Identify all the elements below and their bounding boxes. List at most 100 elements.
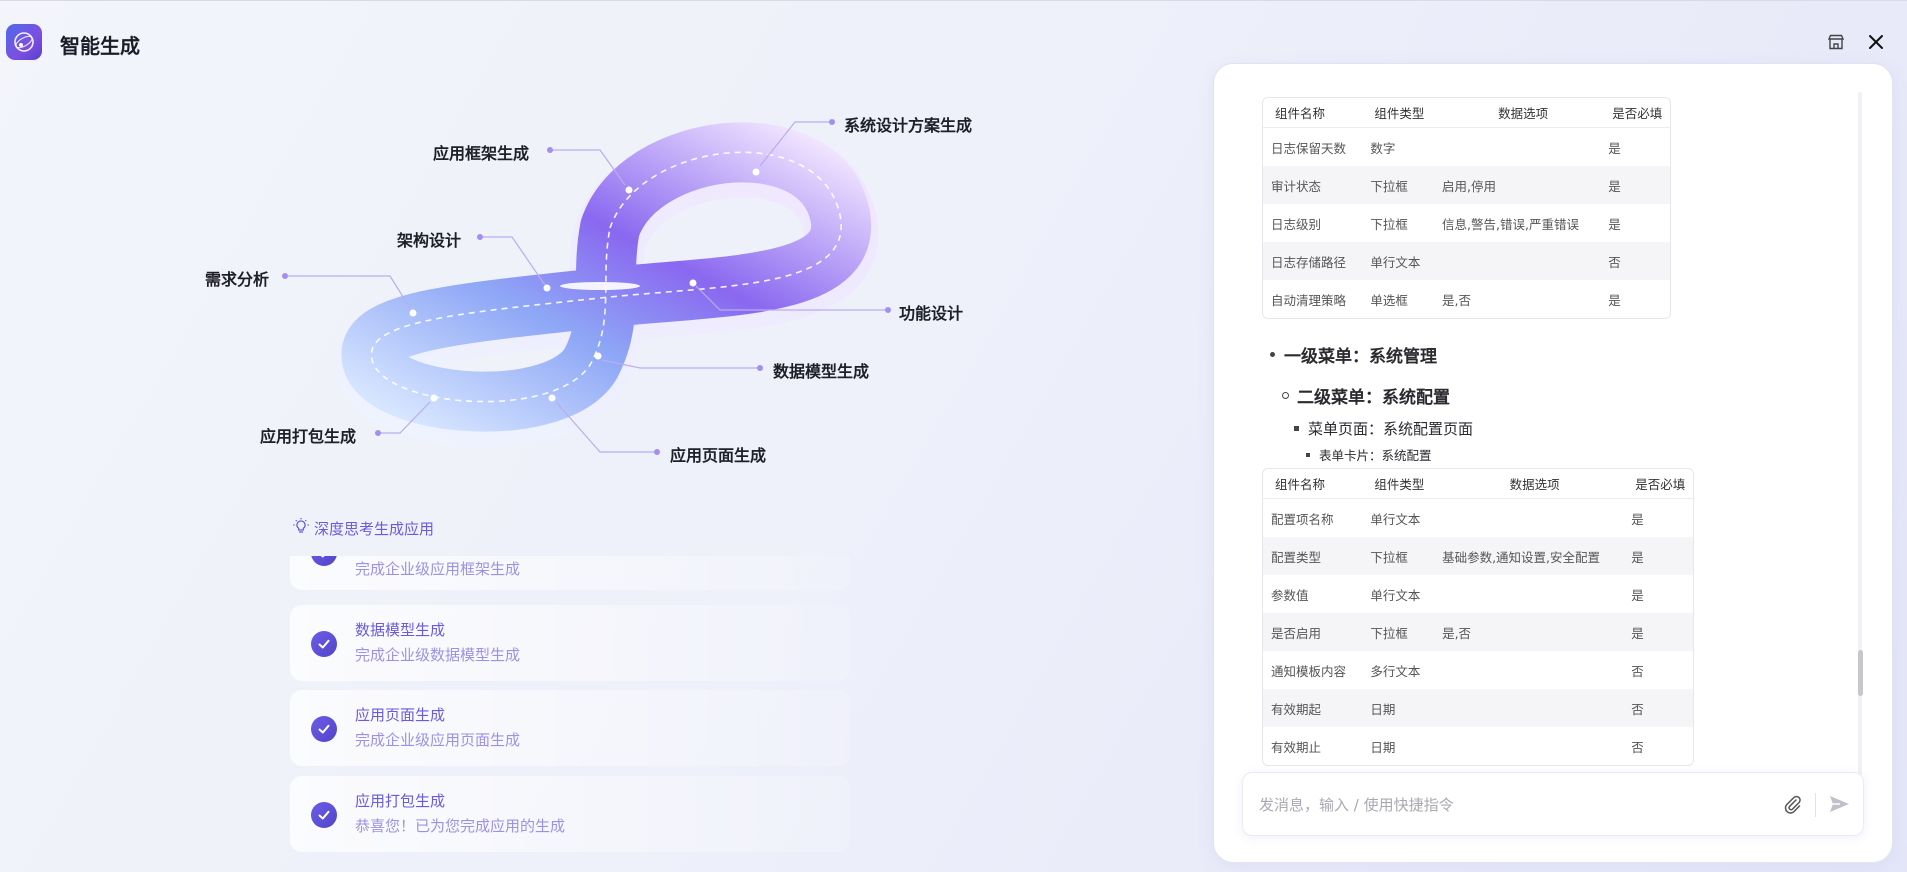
step-name: 数据模型生成 <box>355 621 446 639</box>
step-name: 应用页面生成 <box>355 706 446 724</box>
table-cell: 启用,停用 <box>1434 166 1601 204</box>
table-header-cell: 组件名称 <box>1263 98 1363 128</box>
table-header-cell: 组件名称 <box>1263 469 1363 499</box>
close-icon[interactable] <box>1864 30 1888 54</box>
table-cell: 是 <box>1623 613 1693 651</box>
app-logo-icon <box>6 24 42 60</box>
table-cell: 是否启用 <box>1263 613 1363 651</box>
table-cell: 是,否 <box>1442 292 1472 308</box>
node-app-framework: 应用框架生成 <box>433 144 530 163</box>
table-cell: 日期 <box>1362 689 1435 727</box>
menu-level2-text: 二级菜单：系统配置 <box>1297 388 1450 408</box>
check-icon <box>311 716 337 742</box>
table-cell: 是 <box>1631 511 1644 527</box>
result-panel: 组件名称 组件类型 数据选项 是否必填 日志保留天数 数字是 审计状态 下拉框 启用,… <box>1213 63 1893 863</box>
table-cell <box>1434 651 1623 689</box>
table-header-cell: 数据选项 <box>1434 98 1601 128</box>
infinity-process-diagram: 系统设计方案生成 应用框架生成 架构设计 需求分析 功能设计 数据模型生成 应用… <box>0 80 1100 500</box>
table-cell: 下拉框 <box>1362 537 1435 575</box>
scrollbar-track[interactable] <box>1858 92 1862 819</box>
paperclip-icon[interactable] <box>1781 793 1805 817</box>
table-cell <box>1434 128 1600 166</box>
table-cell <box>1434 689 1624 727</box>
node-requirements: 需求分析 <box>205 270 270 289</box>
table-header-cell: 组件类型 <box>1362 98 1435 128</box>
table-cell: 配置项名称 <box>1271 511 1334 527</box>
table-cell: 参数值 <box>1271 587 1309 603</box>
lightbulb-icon <box>292 517 310 539</box>
step-desc: 完成企业级应用页面生成 <box>355 731 521 749</box>
table-cell: 单行文本 <box>1362 242 1435 280</box>
node-system-design: 系统设计方案生成 <box>844 116 973 135</box>
menu-page-text: 菜单页面：系统配置页面 <box>1308 420 1474 438</box>
menu-level1-item: 一级菜单：系统管理 <box>1270 342 1437 367</box>
node-app-package: 应用打包生成 <box>260 427 357 446</box>
table-header-cell: 是否必填 <box>1623 469 1693 499</box>
input-divider <box>1815 793 1816 817</box>
node-data-model: 数据模型生成 <box>773 362 870 381</box>
table-header-cell: 是否必填 <box>1600 98 1670 128</box>
table-cell: 否 <box>1600 242 1670 280</box>
scrollbar-thumb[interactable] <box>1858 650 1863 696</box>
table-cell: 否 <box>1631 739 1644 755</box>
check-icon <box>311 631 337 657</box>
menu-page-item: 菜单页面：系统配置页面 <box>1294 418 1473 439</box>
table-cell: 单行文本 <box>1370 511 1421 527</box>
component-table-config: 组件名称 组件类型 数据选项 是否必填 配置项名称 单行文本是 配置类型 下拉框 基础… <box>1262 468 1694 766</box>
store-icon[interactable] <box>1824 30 1848 54</box>
menu-level2-item: 二级菜单：系统配置 <box>1282 383 1450 408</box>
steps-title: 深度思考生成应用 <box>292 517 434 539</box>
chat-input-box <box>1242 772 1864 836</box>
step-card-data-model[interactable]: 数据模型生成 完成企业级数据模型生成 <box>290 605 850 681</box>
table-cell: 是,否 <box>1434 613 1624 651</box>
table-cell <box>1434 499 1623 537</box>
step-desc: 完成企业级数据模型生成 <box>355 646 521 664</box>
table-header-cell: 数据选项 <box>1434 469 1624 499</box>
document-content[interactable]: 组件名称 组件类型 数据选项 是否必填 日志保留天数 数字是 审计状态 下拉框 启用,… <box>1244 92 1864 819</box>
check-icon <box>311 802 337 828</box>
table-cell: 下拉框 <box>1362 166 1435 204</box>
steps-title-text: 深度思考生成应用 <box>314 519 435 538</box>
table-cell <box>1434 727 1623 765</box>
table-cell: 多行文本 <box>1370 663 1421 679</box>
table-cell: 下拉框 <box>1362 613 1435 651</box>
form-card-text: 表单卡片：系统配置 <box>1319 448 1432 463</box>
table-cell <box>1434 575 1623 613</box>
table-cell: 审计状态 <box>1263 166 1363 204</box>
table-cell: 是 <box>1608 216 1621 232</box>
table-cell: 单选框 <box>1370 292 1408 308</box>
table-cell: 数字 <box>1370 140 1396 156</box>
table-cell: 是 <box>1623 537 1693 575</box>
table-cell: 自动清理策略 <box>1271 292 1347 308</box>
table-cell <box>1434 242 1601 280</box>
table-cell: 有效期起 <box>1263 689 1363 727</box>
table-cell: 日志存储路径 <box>1263 242 1363 280</box>
chat-input[interactable] <box>1259 791 1759 819</box>
table-cell: 是 <box>1631 587 1644 603</box>
check-icon <box>311 556 337 566</box>
table-cell: 是 <box>1608 292 1621 308</box>
step-name: 应用打包生成 <box>355 792 446 810</box>
step-card-framework[interactable]: 完成企业级应用框架生成 <box>290 556 850 590</box>
table-cell: 基础参数,通知设置,安全配置 <box>1434 537 1624 575</box>
table-cell: 日期 <box>1370 739 1396 755</box>
send-icon[interactable] <box>1827 792 1853 818</box>
node-architecture: 架构设计 <box>397 231 462 250</box>
table-header-cell: 组件类型 <box>1362 469 1435 499</box>
step-card-app-pages[interactable]: 应用页面生成 完成企业级应用页面生成 <box>290 690 850 766</box>
menu-level1-text: 一级菜单：系统管理 <box>1284 347 1437 367</box>
app-title: 智能生成 <box>60 34 140 58</box>
step-desc: 完成企业级应用框架生成 <box>355 560 521 578</box>
step-card-app-package[interactable]: 应用打包生成 恭喜您！已为您完成应用的生成 <box>290 776 850 852</box>
step-desc: 恭喜您！已为您完成应用的生成 <box>355 817 566 835</box>
table-cell: 有效期止 <box>1271 739 1322 755</box>
table-cell: 日志保留天数 <box>1271 140 1347 156</box>
table-cell: 是 <box>1608 140 1621 156</box>
table-cell: 下拉框 <box>1370 216 1408 232</box>
table-cell: 配置类型 <box>1263 537 1363 575</box>
component-table-log: 组件名称 组件类型 数据选项 是否必填 日志保留天数 数字是 审计状态 下拉框 启用,… <box>1262 97 1671 319</box>
table-cell: 是 <box>1600 166 1670 204</box>
table-cell: 单行文本 <box>1370 587 1421 603</box>
table-cell: 日志级别 <box>1271 216 1322 232</box>
table-cell: 信息,警告,错误,严重错误 <box>1442 216 1579 232</box>
